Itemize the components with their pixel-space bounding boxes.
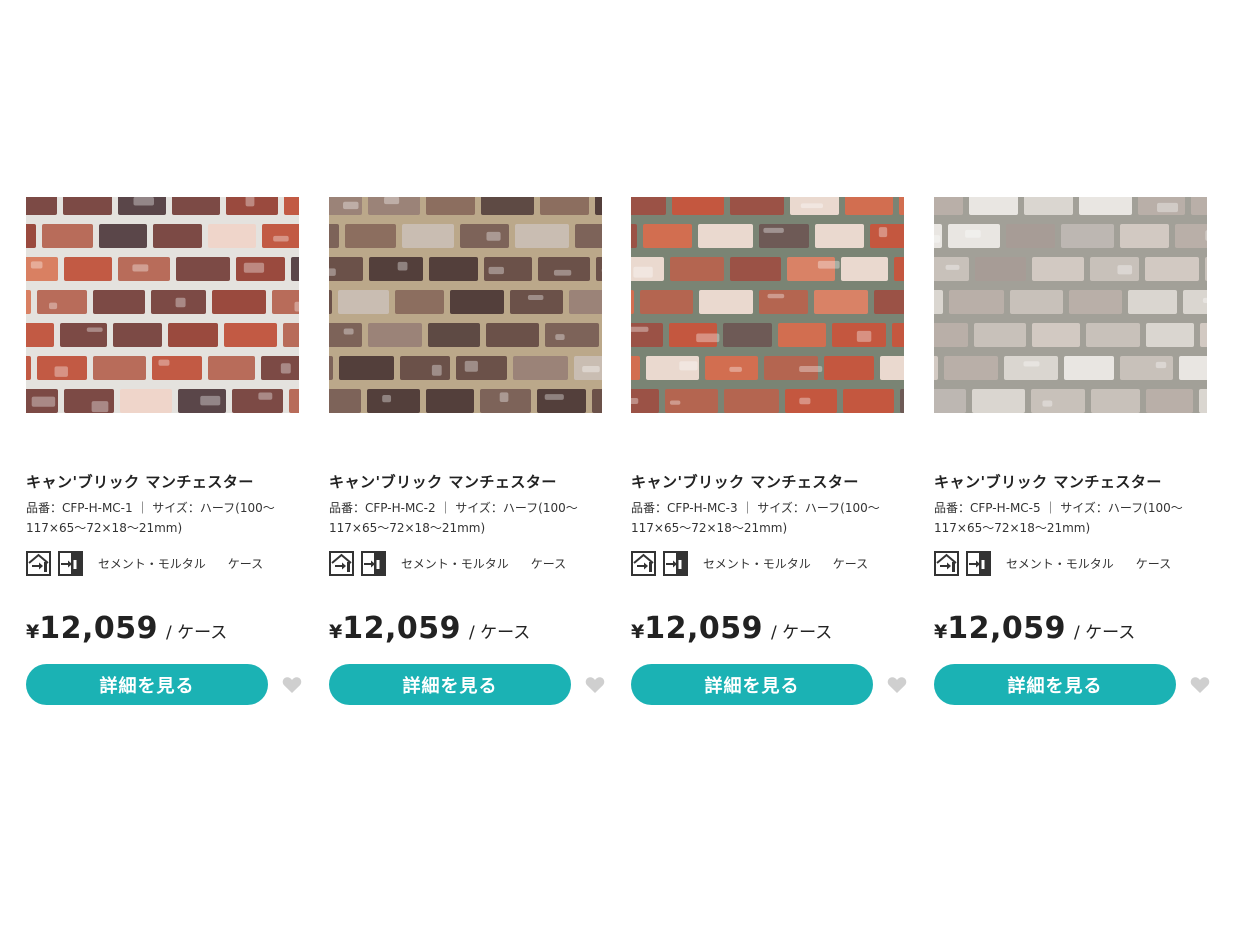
interior-wall-icon [361, 551, 386, 576]
product-image[interactable] [329, 197, 602, 413]
tag-material: セメント・モルタル [1006, 557, 1114, 571]
heart-icon[interactable] [585, 676, 605, 694]
price-value: 12,059 [342, 611, 462, 646]
exterior-wall-icon [631, 551, 656, 576]
action-row: 詳細を見る [631, 664, 911, 705]
spec-line: 品番：CFP-H-MC-1 ｜ サイズ：ハーフ(100〜 [26, 501, 275, 515]
interior-wall-icon [966, 551, 991, 576]
spec-line: 品番：CFP-H-MC-3 ｜ サイズ：ハーフ(100〜 [631, 501, 880, 515]
tag-material: セメント・モルタル [703, 557, 811, 571]
product-image[interactable] [26, 197, 299, 413]
exterior-wall-icon [26, 551, 51, 576]
heart-icon[interactable] [282, 676, 302, 694]
exterior-wall-icon [934, 551, 959, 576]
product-name[interactable]: キャン'ブリック マンチェスター [26, 471, 306, 492]
product-spec: 品番：CFP-H-MC-5 ｜ サイズ：ハーフ(100〜 117×65〜72×1… [934, 498, 1214, 538]
action-row: 詳細を見る [934, 664, 1214, 705]
tag-unit: ケース [530, 557, 567, 571]
tag-material: セメント・モルタル [98, 557, 206, 571]
currency-symbol: ¥ [26, 621, 40, 643]
tag-unit: ケース [1135, 557, 1172, 571]
currency-symbol: ¥ [631, 621, 645, 643]
product-name[interactable]: キャン'ブリック マンチェスター [934, 471, 1214, 492]
product-grid: キャン'ブリック マンチェスター 品番：CFP-H-MC-1 ｜ サイズ：ハーフ… [26, 197, 1216, 717]
action-row: 詳細を見る [329, 664, 609, 705]
spec-line: 品番：CFP-H-MC-2 ｜ サイズ：ハーフ(100〜 [329, 501, 578, 515]
tag-unit: ケース [832, 557, 869, 571]
exterior-wall-icon [329, 551, 354, 576]
currency-symbol: ¥ [329, 621, 343, 643]
feature-row: セメント・モルタル ケース [934, 550, 1214, 577]
feature-row: セメント・モルタル ケース [329, 550, 609, 577]
product-spec: 品番：CFP-H-MC-3 ｜ サイズ：ハーフ(100〜 117×65〜72×1… [631, 498, 911, 538]
details-button[interactable]: 詳細を見る [631, 664, 873, 705]
spec-line: 117×65〜72×18〜21mm) [631, 521, 788, 535]
tag-material: セメント・モルタル [401, 557, 509, 571]
product-spec: 品番：CFP-H-MC-2 ｜ サイズ：ハーフ(100〜 117×65〜72×1… [329, 498, 609, 538]
product-card: キャン'ブリック マンチェスター 品番：CFP-H-MC-2 ｜ サイズ：ハーフ… [329, 197, 609, 705]
price-row: ¥ 12,059 / ケース [26, 611, 306, 646]
product-card: キャン'ブリック マンチェスター 品番：CFP-H-MC-3 ｜ サイズ：ハーフ… [631, 197, 911, 705]
product-image[interactable] [934, 197, 1207, 413]
feature-row: セメント・モルタル ケース [631, 550, 911, 577]
price-row: ¥ 12,059 / ケース [631, 611, 911, 646]
spec-line: 117×65〜72×18〜21mm) [329, 521, 486, 535]
price-unit: / ケース [166, 623, 228, 643]
product-card: キャン'ブリック マンチェスター 品番：CFP-H-MC-1 ｜ サイズ：ハーフ… [26, 197, 306, 705]
details-button[interactable]: 詳細を見る [26, 664, 268, 705]
spec-line: 117×65〜72×18〜21mm) [934, 521, 1091, 535]
product-name[interactable]: キャン'ブリック マンチェスター [329, 471, 609, 492]
price-value: 12,059 [644, 611, 764, 646]
details-button[interactable]: 詳細を見る [329, 664, 571, 705]
product-card: キャン'ブリック マンチェスター 品番：CFP-H-MC-5 ｜ サイズ：ハーフ… [934, 197, 1214, 705]
price-value: 12,059 [39, 611, 159, 646]
price-value: 12,059 [947, 611, 1067, 646]
interior-wall-icon [58, 551, 83, 576]
product-name[interactable]: キャン'ブリック マンチェスター [631, 471, 911, 492]
product-image[interactable] [631, 197, 904, 413]
heart-icon[interactable] [1190, 676, 1210, 694]
price-row: ¥ 12,059 / ケース [329, 611, 609, 646]
action-row: 詳細を見る [26, 664, 306, 705]
spec-line: 117×65〜72×18〜21mm) [26, 521, 183, 535]
price-row: ¥ 12,059 / ケース [934, 611, 1214, 646]
interior-wall-icon [663, 551, 688, 576]
tag-unit: ケース [227, 557, 264, 571]
product-spec: 品番：CFP-H-MC-1 ｜ サイズ：ハーフ(100〜 117×65〜72×1… [26, 498, 306, 538]
price-unit: / ケース [469, 623, 531, 643]
price-unit: / ケース [1074, 623, 1136, 643]
heart-icon[interactable] [887, 676, 907, 694]
details-button[interactable]: 詳細を見る [934, 664, 1176, 705]
currency-symbol: ¥ [934, 621, 948, 643]
price-unit: / ケース [771, 623, 833, 643]
spec-line: 品番：CFP-H-MC-5 ｜ サイズ：ハーフ(100〜 [934, 501, 1183, 515]
feature-row: セメント・モルタル ケース [26, 550, 306, 577]
